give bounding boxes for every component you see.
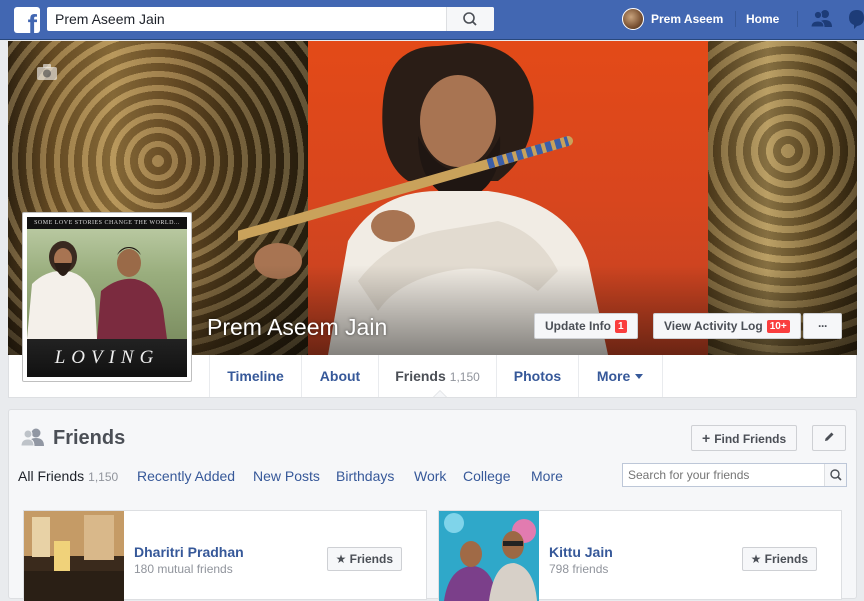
subtab-recently-added[interactable]: Recently Added: [137, 468, 235, 484]
subtab-new-posts[interactable]: New Posts: [253, 468, 320, 484]
friends-status-button[interactable]: ★ Friends: [741, 547, 817, 571]
avatar[interactable]: [622, 8, 644, 30]
profile-picture-image: SOME LOVE STORIES CHANGE THE WORLD... LO…: [27, 217, 187, 377]
tab-more[interactable]: More: [578, 355, 663, 397]
profile-picture[interactable]: SOME LOVE STORIES CHANGE THE WORLD... LO…: [22, 212, 192, 382]
friend-photo[interactable]: [439, 511, 539, 601]
star-icon: ★: [335, 552, 350, 566]
tab-label: More: [596, 368, 631, 384]
find-friends-label: Find Friends: [714, 432, 787, 446]
search-button[interactable]: [446, 7, 494, 31]
search-icon: [463, 12, 477, 26]
friends-search: [622, 463, 847, 487]
update-info-badge: 1: [615, 320, 627, 333]
subtab-more[interactable]: More: [531, 468, 563, 484]
friend-card: Dharitri Pradhan 180 mutual friends ★ Fr…: [23, 510, 427, 601]
activity-log-button[interactable]: View Activity Log 10+: [653, 313, 801, 339]
friend-name[interactable]: Dharitri Pradhan: [134, 544, 244, 560]
profile-photo-figures: [27, 241, 167, 339]
tab-timeline[interactable]: Timeline: [209, 355, 301, 397]
global-search: [47, 7, 494, 31]
friend-count[interactable]: 798 friends: [549, 562, 608, 576]
tab-label: Timeline: [227, 368, 284, 384]
tab-about[interactable]: About: [301, 355, 378, 397]
subtab-count: 1,150: [88, 470, 119, 484]
friend-card: Kittu Jain 798 friends ★ Friends: [438, 510, 842, 601]
pencil-icon: [825, 432, 834, 441]
nav-divider: [797, 11, 798, 27]
friend-requests-icon[interactable]: [810, 9, 834, 29]
search-input[interactable]: [47, 7, 447, 31]
tab-label: Friends: [395, 368, 446, 384]
subtab-work[interactable]: Work: [414, 468, 446, 484]
star-icon: ★: [750, 552, 765, 566]
friend-mutual-count[interactable]: 180 mutual friends: [134, 562, 233, 576]
tab-label: Photos: [513, 368, 562, 384]
tab-count: 1,150: [449, 370, 480, 384]
camera-icon[interactable]: [36, 63, 58, 81]
subtab-college[interactable]: College: [463, 468, 510, 484]
friends-status-button[interactable]: ★ Friends: [326, 547, 402, 571]
friends-search-button[interactable]: [824, 464, 846, 486]
nav-divider: [735, 11, 736, 27]
friends-search-input[interactable]: [623, 464, 823, 486]
activity-log-badge: 10+: [766, 320, 790, 333]
update-info-label: Update Info: [545, 319, 611, 333]
friends-status-label: Friends: [349, 552, 393, 566]
profile-picture-caption: LOVING: [27, 339, 187, 377]
facebook-logo-icon[interactable]: f: [14, 7, 40, 33]
friend-photo-image: [439, 511, 539, 601]
friend-photo[interactable]: [24, 511, 124, 601]
friends-section: Friends + Find Friends All Friends 1,150 R…: [8, 409, 857, 601]
top-navigation-bar: f Prem Aseem Home: [0, 0, 864, 40]
profile-photo: [27, 229, 187, 339]
edit-button[interactable]: [812, 425, 846, 451]
friends-status-label: Friends: [764, 552, 808, 566]
friends-heading: Friends: [53, 427, 126, 449]
active-tab-indicator: [433, 390, 447, 397]
friend-photo-image: [24, 511, 124, 601]
subtab-label: All Friends: [18, 468, 85, 484]
subtab-all-friends[interactable]: All Friends 1,150: [18, 468, 118, 484]
search-icon: [830, 469, 842, 481]
tab-label: About: [319, 368, 361, 384]
find-friends-button[interactable]: + Find Friends: [691, 425, 798, 451]
activity-log-label: View Activity Log: [664, 319, 763, 333]
profile-picture-tagline: SOME LOVE STORIES CHANGE THE WORLD...: [27, 217, 187, 229]
subtab-birthdays[interactable]: Birthdays: [336, 468, 394, 484]
caret-down-icon: [635, 374, 644, 379]
update-info-button[interactable]: Update Info 1: [534, 313, 638, 339]
home-link[interactable]: Home: [746, 12, 779, 26]
friends-icon: [20, 428, 44, 447]
friend-name[interactable]: Kittu Jain: [549, 544, 613, 560]
profile-link[interactable]: Prem Aseem: [651, 12, 723, 26]
messenger-icon[interactable]: [848, 9, 864, 29]
plus-icon: +: [702, 430, 711, 446]
tab-photos[interactable]: Photos: [496, 355, 578, 397]
more-options-button[interactable]: ···: [803, 313, 842, 339]
profile-name[interactable]: Prem Aseem Jain: [207, 314, 387, 341]
